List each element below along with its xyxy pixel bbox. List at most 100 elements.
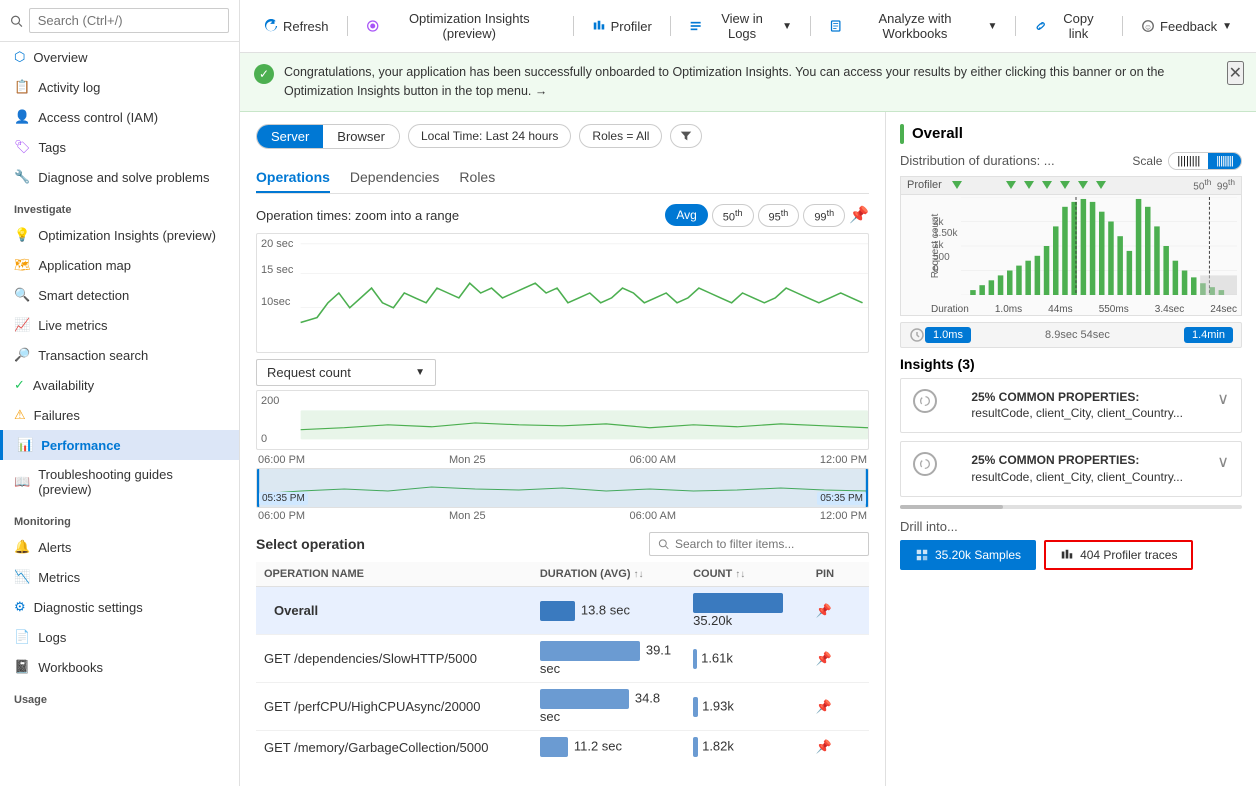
- time-filter-pill[interactable]: Local Time: Last 24 hours: [408, 124, 571, 148]
- insight-spinner-icon-2: [918, 457, 932, 471]
- sidebar-item-logs[interactable]: 📄 Logs: [0, 622, 239, 652]
- failures-icon: ⚠: [14, 407, 26, 423]
- y-label-0: 0: [261, 433, 267, 445]
- search-box[interactable]: [0, 0, 239, 42]
- scroll-thumb: [900, 505, 1003, 509]
- sidebar-item-diagnose[interactable]: 🔧 Diagnose and solve problems: [0, 162, 239, 192]
- filter-icon-button[interactable]: [670, 124, 702, 148]
- opt-icon: 💡: [14, 227, 30, 243]
- sidebar-item-troubleshooting[interactable]: 📖 Troubleshooting guides (preview): [0, 460, 239, 504]
- sidebar-item-label: Tags: [39, 140, 66, 155]
- col-operation-name[interactable]: OPERATION NAME: [256, 562, 532, 587]
- sidebar-item-activity-log[interactable]: 📋 Activity log: [0, 72, 239, 102]
- table-row[interactable]: Overall13.8 sec35.20k📌: [256, 587, 869, 635]
- col-count[interactable]: COUNT ↑↓: [685, 562, 808, 587]
- pin-button[interactable]: 📌: [849, 205, 869, 225]
- profiler-marker-1: [952, 181, 962, 189]
- op-pin-cell[interactable]: 📌: [808, 731, 869, 763]
- sidebar-search-input[interactable]: [29, 8, 229, 33]
- profiler-button[interactable]: Profiler: [582, 14, 662, 39]
- op-name-cell: GET /dependencies/SlowHTTP/5000: [256, 635, 532, 683]
- analyze-button[interactable]: Analyze with Workbooks ▼: [819, 6, 1008, 46]
- roles-filter-pill[interactable]: Roles = All: [579, 124, 662, 148]
- feedback-button[interactable]: ☺ Feedback ▼: [1131, 14, 1242, 39]
- banner-close-button[interactable]: ✕: [1227, 61, 1244, 85]
- y-label-200: 200: [261, 395, 279, 407]
- copy-link-button[interactable]: Copy link: [1024, 6, 1114, 46]
- table-row[interactable]: GET /memory/GarbageCollection/500011.2 s…: [256, 731, 869, 763]
- sidebar-item-tags[interactable]: 🏷 Tags: [0, 132, 239, 162]
- transaction-search-icon: 🔎: [14, 347, 30, 363]
- ops-search-input[interactable]: [675, 537, 860, 551]
- sidebar-item-metrics[interactable]: 📉 Metrics: [0, 562, 239, 592]
- dropdown-chevron-icon: ▼: [415, 367, 425, 378]
- sidebar-item-app-map[interactable]: 🗺 Application map: [0, 250, 239, 280]
- activity-icon: 📋: [14, 79, 30, 95]
- ops-header: Select operation: [256, 532, 869, 556]
- sidebar-item-workbooks[interactable]: 📓 Workbooks: [0, 652, 239, 682]
- op-count-cell: 35.20k: [685, 587, 808, 635]
- insight-expand-1[interactable]: ∨: [1217, 389, 1229, 409]
- sidebar-item-overview[interactable]: ⬡ Overview: [0, 42, 239, 72]
- refresh-button[interactable]: Refresh: [254, 14, 339, 39]
- investigate-section-label: Investigate: [0, 192, 239, 220]
- p95-button[interactable]: 95th: [758, 204, 800, 228]
- col-duration[interactable]: DURATION (AVG) ↑↓: [532, 562, 685, 587]
- alerts-icon: 🔔: [14, 539, 30, 555]
- dur-selected-right: 1.4min: [1184, 327, 1233, 343]
- tab-dependencies[interactable]: Dependencies: [350, 163, 440, 193]
- sidebar-item-diagnostic-settings[interactable]: ⚙ Diagnostic settings: [0, 592, 239, 622]
- table-row[interactable]: GET /perfCPU/HighCPUAsync/2000034.8 sec1…: [256, 683, 869, 731]
- request-count-label: Request count: [930, 213, 941, 278]
- p99-button[interactable]: 99th: [803, 204, 845, 228]
- drill-title: Drill into...: [900, 519, 1242, 534]
- op-pin-cell[interactable]: 📌: [808, 587, 869, 635]
- toolbar: Refresh Optimization Insights (preview) …: [240, 0, 1256, 53]
- sidebar-item-label: Alerts: [38, 540, 71, 555]
- samples-button[interactable]: 35.20k Samples: [900, 540, 1036, 570]
- sidebar-item-performance[interactable]: 📊 Performance: [0, 430, 239, 460]
- sidebar-item-iam[interactable]: 👤 Access control (IAM): [0, 102, 239, 132]
- avg-button[interactable]: Avg: [665, 204, 707, 226]
- content-area: Server Browser Local Time: Last 24 hours…: [240, 112, 1256, 786]
- scale-log-button[interactable]: |||||||||: [1208, 153, 1241, 169]
- samples-icon: [915, 548, 929, 562]
- sidebar-item-transaction-search[interactable]: 🔎 Transaction search: [0, 340, 239, 370]
- scale-toggle: |||||||| |||||||||: [1168, 152, 1242, 170]
- sidebar-item-failures[interactable]: ⚠ Failures: [0, 400, 239, 430]
- sidebar-item-alerts[interactable]: 🔔 Alerts: [0, 532, 239, 562]
- feedback-icon: ☺: [1141, 19, 1155, 33]
- table-row[interactable]: GET /dependencies/SlowHTTP/500039.1 sec1…: [256, 635, 869, 683]
- dropdown-arrow-2: ▼: [988, 21, 998, 32]
- toolbar-separator-3: [670, 16, 671, 36]
- sidebar-item-live-metrics[interactable]: 📈 Live metrics: [0, 310, 239, 340]
- scroll-indicator: [900, 505, 1242, 509]
- request-count-dropdown[interactable]: Request count ▼: [256, 359, 436, 386]
- view-in-logs-button[interactable]: View in Logs ▼: [679, 6, 802, 46]
- duration-selector[interactable]: 1.0ms 8.9sec 54sec 1.4min: [900, 322, 1242, 348]
- monitoring-section-label: Monitoring: [0, 504, 239, 532]
- tab-roles[interactable]: Roles: [459, 163, 495, 193]
- op-pin-cell[interactable]: 📌: [808, 635, 869, 683]
- sidebar-item-availability[interactable]: ✓ Availability: [0, 370, 239, 400]
- ops-search[interactable]: [649, 532, 869, 556]
- tab-operations[interactable]: Operations: [256, 163, 330, 193]
- scale-linear-button[interactable]: ||||||||: [1169, 153, 1208, 169]
- dist-chart: Profiler 50th 99th 2k: [900, 176, 1242, 316]
- insight-expand-2[interactable]: ∨: [1217, 452, 1229, 472]
- sidebar-item-label: Transaction search: [38, 348, 148, 363]
- op-pin-cell[interactable]: 📌: [808, 683, 869, 731]
- browser-toggle-button[interactable]: Browser: [323, 125, 399, 148]
- sidebar-item-smart-detection[interactable]: 🔍 Smart detection: [0, 280, 239, 310]
- p50-button[interactable]: 50th: [712, 204, 754, 228]
- timeline-brush[interactable]: 05:35 PM 05:35 PM: [256, 468, 869, 508]
- profiler-marker-7: [1096, 181, 1106, 189]
- profiler-marker-6: [1078, 181, 1088, 189]
- profiler-traces-button[interactable]: 404 Profiler traces: [1044, 540, 1193, 570]
- opt-insights-button[interactable]: Optimization Insights (preview): [356, 6, 565, 46]
- sidebar-item-opt-insights[interactable]: 💡 Optimization Insights (preview): [0, 220, 239, 250]
- sidebar-item-label: Logs: [38, 630, 66, 645]
- sidebar-item-label: Troubleshooting guides (preview): [38, 467, 225, 497]
- profiler-label: Profiler: [907, 179, 942, 191]
- server-toggle-button[interactable]: Server: [257, 125, 323, 148]
